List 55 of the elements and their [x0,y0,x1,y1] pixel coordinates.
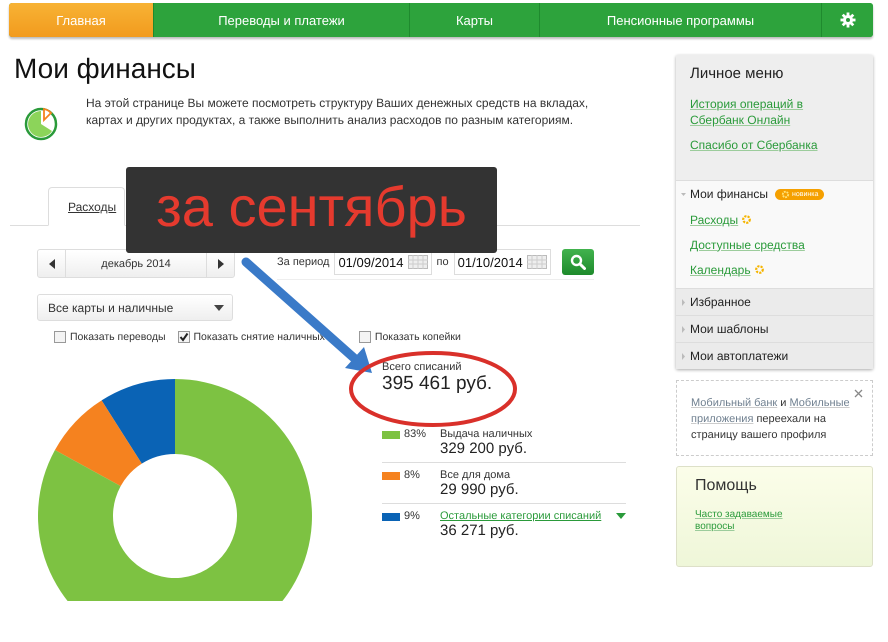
total-label: Всего списаний [382,361,462,373]
category-amount: 29 990 руб. [440,481,520,498]
right-triangle-icon [218,258,224,268]
category-amount: 329 200 руб. [440,440,528,457]
menu-link[interactable]: История операций в Сбербанк Онлайн [690,96,859,128]
checkbox[interactable] [358,331,371,343]
category-amount: 36 271 руб. [440,522,520,539]
calendar-icon [408,255,428,269]
nav-tab[interactable]: Главная [9,3,154,37]
category-percent: 9% [403,510,421,524]
category-percent: 8% [403,469,421,483]
menu-link[interactable]: Расходы [690,212,738,228]
nav-tab[interactable]: Карты [410,3,540,37]
period-label: по [436,256,449,268]
nav-tab[interactable]: Переводы и платежи [154,3,410,37]
month-label: декабрь 2014 [100,256,172,272]
caret-icon[interactable] [616,513,626,519]
help-title: Помощь [695,477,758,495]
menu-section[interactable]: Мои финансы [690,187,768,201]
period-label: За период [277,256,330,268]
settings-icon [840,12,856,28]
expander-icon[interactable] [681,190,686,198]
nav-tab[interactable]: Пенсионные программы [540,3,822,37]
calendar-icon [526,255,547,269]
account-dropdown[interactable]: Все карты и наличные [37,294,233,321]
category-name: Выдача наличных [440,428,532,440]
menu-section[interactable]: Мои автоплатежи [690,349,788,363]
intro-text: На этой странице Вы можете посмотреть структуру Ваших денежных средств на вкладах, картах и других продуктах, а также выполнить анализ расходов по разным категориям. [86,95,590,129]
menu-section[interactable]: Мои шаблоны [690,322,769,336]
menu-title: Личное меню [690,65,784,82]
checkbox[interactable] [54,331,66,343]
checkbox-label: Показать снятие наличных [194,331,325,343]
menu-section[interactable]: Избранное [690,295,751,309]
checkbox-label: Показать копейки [374,331,461,343]
help-link[interactable]: Часто задаваемые вопросы [695,509,805,533]
category-percent: 83% [403,428,428,442]
category-name: Все для дома [440,469,510,481]
search-button[interactable] [562,249,594,275]
category-link[interactable]: Остальные категории списаний [440,510,602,522]
checkbox[interactable] [178,331,190,343]
notice-text: Мобильный банк и Мобильные приложения переехали на страницу вашего профиля [691,396,851,443]
page-title: Мои финансы [14,53,197,85]
total-amount: 395 461 руб. [382,373,494,395]
menu-link[interactable]: Календарь [690,262,751,278]
settings-button[interactable] [822,3,873,37]
caption-tooltip: за сентябрь [126,167,497,253]
checkbox-label: Показать переводы [70,331,166,343]
menu-link[interactable]: Доступные средства [690,236,805,252]
caret-icon [214,304,224,310]
menu-link[interactable]: Спасибо от Сбербанка [690,137,859,153]
pie-chart-icon [24,105,60,141]
close-icon[interactable] [854,389,863,398]
tab[interactable]: Расходы [48,187,126,226]
left-triangle-icon [48,258,54,268]
search-icon [570,254,586,270]
